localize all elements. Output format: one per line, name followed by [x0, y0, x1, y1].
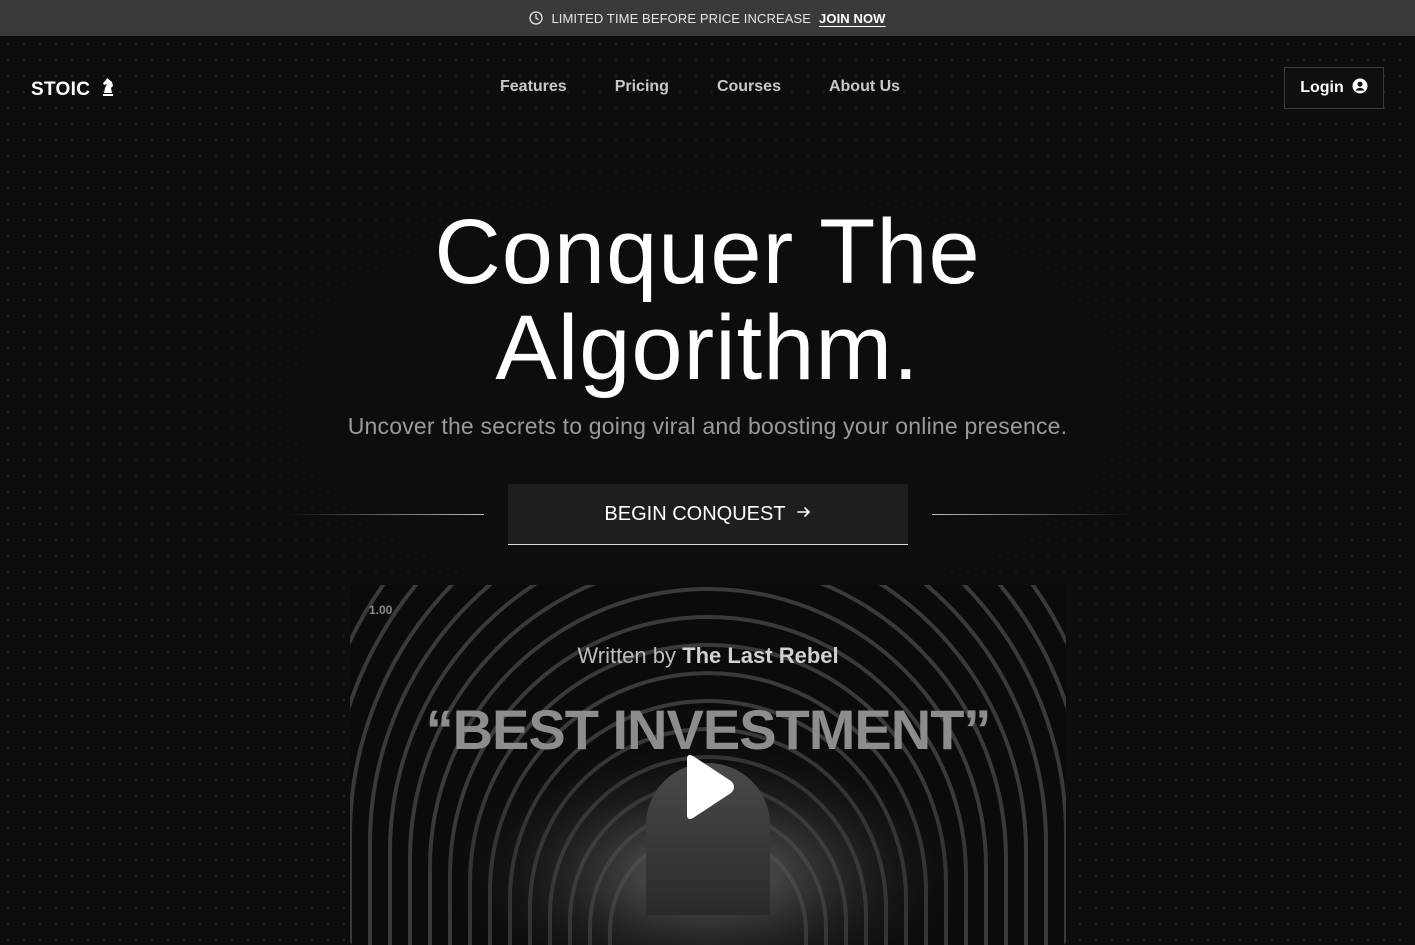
cta-label: BEGIN CONQUEST — [604, 502, 786, 525]
nav-menu: Features Pricing Courses About Us — [500, 78, 900, 96]
playback-speed: 1.00 — [369, 603, 393, 617]
clock-icon — [529, 11, 544, 25]
author-name: The Last Rebel — [682, 643, 839, 668]
login-label: Login — [1300, 79, 1344, 96]
main-nav: STOIC Features Pricing Courses About Us … — [0, 36, 1415, 138]
video-player[interactable]: 1.00 Written by The Last Rebel “BEST INV… — [350, 585, 1066, 945]
chess-knight-icon — [98, 76, 116, 104]
hero-title-line-1: Conquer The — [434, 201, 981, 303]
brand-logo[interactable]: STOIC — [31, 76, 116, 104]
nav-item-about-us[interactable]: About Us — [829, 78, 900, 96]
written-by-prefix: Written by — [577, 643, 676, 668]
announcement-bar: LIMITED TIME BEFORE PRICE INCREASE JOIN … — [0, 0, 1415, 36]
hero-title: Conquer The Algorithm. — [0, 204, 1415, 396]
play-icon[interactable] — [681, 753, 737, 821]
begin-conquest-button[interactable]: BEGIN CONQUEST — [508, 484, 908, 545]
login-button[interactable]: Login — [1284, 67, 1384, 109]
nav-item-pricing[interactable]: Pricing — [615, 78, 669, 96]
hero-title-line-2: Algorithm. — [495, 297, 920, 399]
hero-subtitle: Uncover the secrets to going viral and b… — [347, 413, 1068, 439]
cta-divider-left — [288, 514, 484, 515]
nav-item-courses[interactable]: Courses — [717, 78, 781, 96]
announcement-text: LIMITED TIME BEFORE PRICE INCREASE — [551, 10, 812, 26]
brand-name: STOIC — [31, 79, 91, 100]
written-by-caption: Written by The Last Rebel — [350, 643, 1066, 669]
user-circle-icon — [1352, 78, 1368, 99]
cta-divider-right — [932, 514, 1132, 515]
nav-item-features[interactable]: Features — [500, 78, 567, 96]
arrow-right-icon — [796, 503, 812, 526]
join-now-link[interactable]: JOIN NOW — [819, 11, 886, 26]
